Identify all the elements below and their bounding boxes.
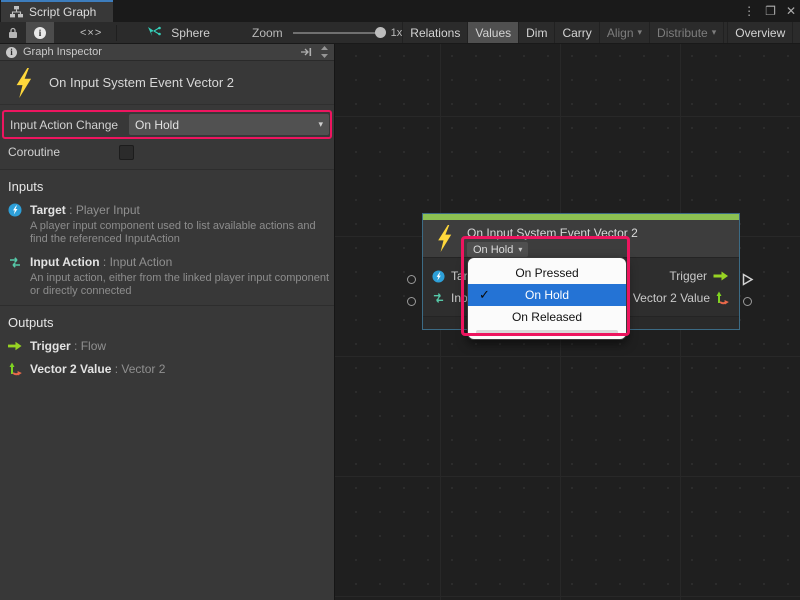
tab-script-graph[interactable]: Script Graph: [1, 0, 113, 22]
port-description: An input action, either from the linked …: [30, 272, 332, 298]
outputs-section-header: Outputs: [0, 306, 334, 330]
inspector-node-title: On Input System Event Vector 2: [49, 75, 234, 90]
coroutine-checkbox[interactable]: [119, 145, 134, 160]
input-action-change-dropdown[interactable]: On Hold ▾: [129, 114, 329, 135]
vector2-icon: [8, 362, 22, 376]
distribute-button[interactable]: Distribute▾: [649, 22, 723, 43]
lock-icon: [8, 27, 18, 39]
graph-pointer-icon: [147, 26, 161, 39]
graph-inspector-panel: i Graph Inspector On Input System Event …: [0, 44, 335, 600]
input-port-input-action: Input ActionInput Action An input action…: [0, 246, 334, 298]
vector2-output-connector[interactable]: [743, 297, 752, 306]
window-close-icon[interactable]: ✕: [786, 4, 796, 18]
relations-button[interactable]: Relations: [402, 22, 467, 43]
menu-item-on-hold[interactable]: ✓ On Hold: [468, 284, 626, 306]
menu-item-on-pressed[interactable]: On Pressed: [468, 262, 626, 284]
graph-target-sphere[interactable]: Sphere: [139, 22, 218, 43]
dim-button[interactable]: Dim: [518, 22, 554, 43]
node-port-label: Vector 2 Value: [633, 291, 710, 305]
coroutine-row: Coroutine: [0, 142, 334, 162]
graph-toolbar: i <×> Sphere Zoom 1x Relations Values Di…: [0, 22, 800, 44]
values-button[interactable]: Values: [467, 22, 518, 43]
vector2-icon: [716, 291, 729, 305]
graph-canvas[interactable]: On Input System Event Vector 2 On Hold ▾…: [335, 44, 800, 600]
sphere-label: Sphere: [171, 26, 210, 40]
output-port-trigger: TriggerFlow: [0, 330, 334, 353]
window-more-icon[interactable]: ⋮: [743, 4, 755, 18]
carry-button[interactable]: Carry: [554, 22, 598, 43]
inputs-section-header: Inputs: [0, 170, 334, 194]
event-bolt-icon: [12, 68, 33, 98]
zoom-label: Zoom: [252, 26, 283, 40]
menu-item-on-released[interactable]: On Released: [468, 306, 626, 328]
title-tab-bar: Script Graph ⋮ ❐ ✕: [0, 0, 800, 22]
coroutine-label: Coroutine: [0, 145, 119, 159]
tab-label: Script Graph: [29, 5, 96, 19]
inspector-toggle-button[interactable]: i: [26, 22, 54, 43]
chevron-down-icon: ▾: [318, 119, 323, 130]
node-port-label: Trigger: [669, 269, 707, 283]
trigger-arrow-icon: [8, 341, 22, 351]
input-action-change-label: Input Action Change: [4, 118, 125, 132]
chevron-down-icon: ▾: [712, 27, 717, 38]
target-icon: [431, 270, 445, 283]
window-maximize-icon[interactable]: ❐: [765, 4, 776, 18]
node-title: On Input System Event Vector 2: [467, 226, 638, 240]
zoom-slider-knob[interactable]: [375, 27, 386, 38]
trigger-output-connector[interactable]: [742, 273, 754, 291]
overview-button[interactable]: Overview: [727, 22, 792, 43]
target-icon: [8, 203, 22, 217]
info-icon: i: [34, 27, 46, 39]
chevron-down-icon: ▾: [518, 245, 522, 254]
dock-panel-icon[interactable]: [300, 46, 312, 58]
info-icon: i: [6, 47, 17, 58]
align-button[interactable]: Align▾: [599, 22, 649, 43]
event-type-dropdown-menu: On Pressed ✓ On Hold On Released: [467, 257, 627, 340]
node-event-type-dropdown[interactable]: On Hold ▾: [467, 242, 528, 257]
script-graph-icon: [10, 6, 23, 18]
chevron-down-icon: ▾: [638, 27, 643, 38]
graph-inspector-header: i Graph Inspector: [0, 44, 334, 61]
output-port-vector2: Vector 2 ValueVector 2: [0, 353, 334, 376]
trigger-arrow-icon: [713, 271, 729, 281]
lock-button[interactable]: [0, 22, 26, 43]
inspector-node-title-row: On Input System Event Vector 2: [0, 61, 334, 105]
menu-scroll-strip: [476, 330, 618, 335]
input-port-connector[interactable]: [407, 297, 416, 306]
input-action-icon: [431, 292, 445, 304]
zoom-slider[interactable]: [293, 32, 381, 34]
input-action-change-row-highlight: Input Action Change On Hold ▾: [2, 110, 332, 139]
input-action-icon: [8, 256, 22, 269]
node-header[interactable]: On Input System Event Vector 2 On Hold ▾: [423, 220, 739, 258]
full-screen-button[interactable]: Full Screen: [792, 22, 800, 43]
spinner-arrows-icon[interactable]: [318, 46, 330, 58]
port-description: A player input component used to list av…: [30, 220, 332, 246]
input-port-connector[interactable]: [407, 275, 416, 284]
toolbar-separator: [116, 25, 117, 41]
code-icon: <×>: [80, 27, 102, 39]
input-port-target: TargetPlayer Input A player input compon…: [0, 194, 334, 246]
check-icon: ✓: [479, 287, 490, 303]
graph-inspector-title: Graph Inspector: [23, 46, 102, 58]
event-bolt-icon: [434, 225, 453, 252]
api-code-button[interactable]: <×>: [72, 22, 110, 43]
zoom-value: 1x: [391, 27, 403, 39]
